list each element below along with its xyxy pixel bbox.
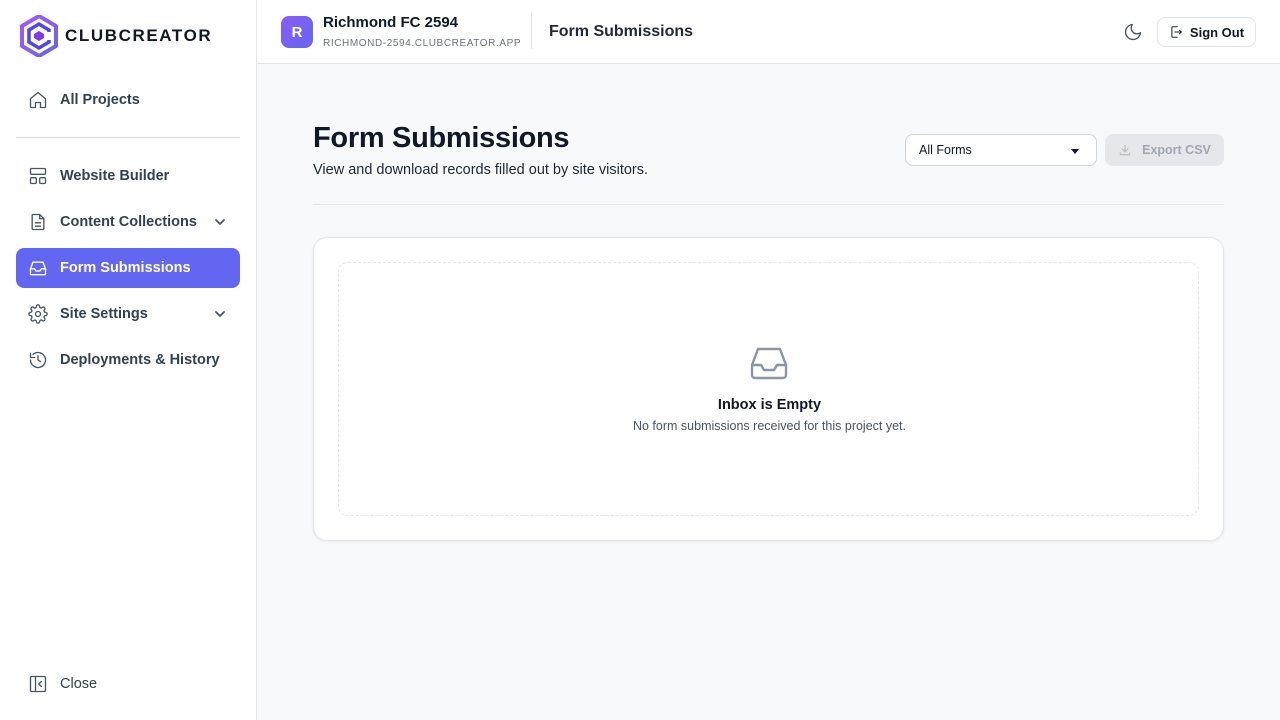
inbox-icon [28,258,48,278]
sidebar-item-label: Content Collections [60,214,197,230]
caret-down-icon [1071,149,1079,154]
sidebar-close-label: Close [60,676,98,692]
history-icon [28,350,48,370]
form-filter-select[interactable]: All Forms [905,134,1097,166]
sidebar-item-website-builder[interactable]: Website Builder [16,156,240,196]
logo-text: CLUBCREATOR [65,26,213,45]
content-divider [313,204,1224,205]
document-icon [28,212,48,232]
sidebar-collapse-icon [28,674,48,694]
sidebar-item-label: Website Builder [60,168,170,184]
inbox-icon [750,346,788,380]
project-name: Richmond FC 2594 [323,14,459,31]
export-csv-button[interactable]: Export CSV [1105,134,1224,166]
sidebar-item-label: All Projects [60,92,140,108]
empty-state-title: Inbox is Empty [717,397,822,413]
sidebar-item-deployments-history[interactable]: Deployments & History [16,340,240,380]
sidebar-close-button[interactable]: Close [16,664,240,704]
form-filter-value: All Forms [919,143,972,157]
logo[interactable]: CLUBCREATOR [20,15,212,57]
gear-icon [28,304,48,324]
empty-state-message: No form submissions received for this pr… [632,419,907,433]
sidebar-item-label: Form Submissions [60,260,191,276]
download-icon [1119,144,1131,156]
sidebar-item-all-projects[interactable]: All Projects [16,80,240,120]
project-domain: RICHMOND-2594.CLUBCREATOR.APP [323,38,522,49]
page-title: Form Submissions [313,122,570,154]
dark-mode-toggle[interactable] [1123,22,1143,42]
page-subtitle: View and download records filled out by … [313,162,649,178]
header-separator [531,13,532,49]
empty-state: Inbox is Empty No form submissions recei… [338,262,1199,516]
top-bar: R Richmond FC 2594 RICHMOND-2594.CLUBCRE… [257,0,1280,64]
sign-out-button[interactable]: Sign Out [1157,17,1256,47]
header-section-title: Form Submissions [549,23,694,40]
sidebar: CLUBCREATOR All Projects Website Builder… [0,0,257,720]
sidebar-item-form-submissions[interactable]: Form Submissions [16,248,240,288]
submissions-card: Inbox is Empty No form submissions recei… [313,237,1224,541]
export-csv-label: Export CSV [1142,143,1211,157]
sidebar-item-site-settings[interactable]: Site Settings [16,294,240,334]
sign-out-label: Sign Out [1189,24,1245,40]
clubcreator-logo-icon [20,15,58,57]
chevron-down-icon[interactable] [212,214,228,230]
layout-icon [28,166,48,186]
sidebar-divider [16,137,240,138]
sign-out-icon [1171,26,1182,38]
sidebar-item-label: Deployments & History [60,352,220,368]
project-avatar: R [281,16,313,48]
home-icon [28,90,48,110]
chevron-down-icon[interactable] [212,306,228,322]
sidebar-item-content-collections[interactable]: Content Collections [16,202,240,242]
sidebar-item-label: Site Settings [60,306,148,322]
moon-icon [1124,23,1142,41]
